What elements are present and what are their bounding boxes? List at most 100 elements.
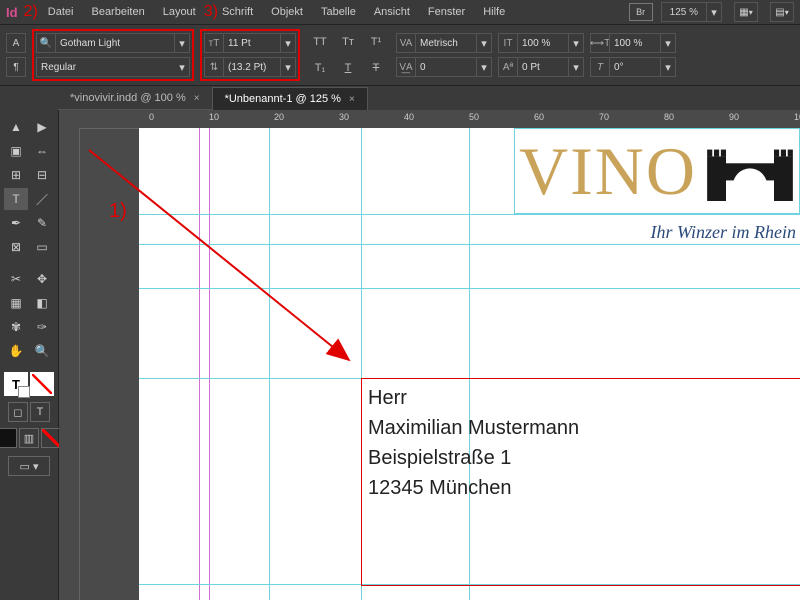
- menu-layout[interactable]: Layout: [155, 3, 204, 21]
- tracking-combo[interactable]: V͟A0▾: [396, 57, 492, 77]
- chevron-down-icon[interactable]: ▾: [706, 3, 721, 21]
- leading-value: (13.2 Pt): [223, 57, 281, 77]
- guide: [269, 128, 270, 600]
- apply-none-icon[interactable]: [41, 428, 61, 448]
- char-format-icon[interactable]: A: [6, 33, 26, 53]
- gradient-feather-tool[interactable]: ◧: [30, 292, 54, 314]
- vertical-ruler: [59, 110, 80, 600]
- tab-vinovivir[interactable]: *vinovivir.indd @ 100 %×: [58, 87, 212, 110]
- logo-text: VINO: [519, 137, 697, 205]
- pen-tool[interactable]: ✒: [4, 212, 28, 234]
- annotation-2: 2): [24, 3, 38, 21]
- hand-tool[interactable]: ✋: [4, 340, 28, 362]
- app-icon: Id: [6, 5, 18, 20]
- chevron-down-icon[interactable]: ▾: [175, 57, 190, 77]
- annotation-1: 1): [109, 200, 127, 223]
- scissors-tool[interactable]: ✂: [4, 268, 28, 290]
- leading-icon: ⇅: [204, 57, 223, 77]
- eyedropper-tool[interactable]: ✑: [30, 316, 54, 338]
- zoom-value: 125 %: [662, 7, 706, 18]
- zoom-level[interactable]: 125 % ▾: [661, 2, 722, 22]
- menu-file[interactable]: Datei: [40, 3, 82, 21]
- gap-tool[interactable]: ⇔: [30, 140, 54, 162]
- document-tabs: *vinovivir.indd @ 100 %× *Unbenannt-1 @ …: [0, 86, 800, 110]
- content-placer-tool[interactable]: ⊟: [30, 164, 54, 186]
- vscale-combo[interactable]: IT100 %▾: [498, 33, 584, 53]
- chevron-down-icon[interactable]: ▾: [281, 57, 296, 77]
- underline-button[interactable]: T: [334, 57, 362, 79]
- free-transform-tool[interactable]: ✥: [30, 268, 54, 290]
- line-tool[interactable]: ／: [30, 188, 54, 210]
- selection-tool[interactable]: ▲: [4, 116, 28, 138]
- formatting-text-icon[interactable]: T: [30, 402, 50, 422]
- gradient-swatch-tool[interactable]: ▦: [4, 292, 28, 314]
- rectangle-tool[interactable]: ▭: [30, 236, 54, 258]
- font-style-combo[interactable]: Regular ▾: [36, 57, 190, 77]
- content-collector-tool[interactable]: ⊞: [4, 164, 28, 186]
- type-tool[interactable]: T: [4, 188, 28, 210]
- font-family-value: Gotham Light: [55, 33, 175, 53]
- apply-gradient-icon[interactable]: ▥: [19, 428, 39, 448]
- font-style-value: Regular: [36, 57, 175, 77]
- close-icon[interactable]: ×: [349, 94, 355, 105]
- chevron-down-icon[interactable]: ▾: [175, 33, 190, 53]
- guide: [139, 214, 800, 215]
- para-format-icon[interactable]: ¶: [6, 57, 26, 77]
- page[interactable]: VINO Ihr Winzer im Rhein Herr Maximilian…: [139, 128, 800, 600]
- logo-frame[interactable]: VINO: [514, 128, 800, 214]
- font-family-combo[interactable]: 🔍 Gotham Light ▾: [36, 33, 190, 53]
- addr-line: Beispielstraße 1: [368, 443, 800, 473]
- strike-button[interactable]: T: [362, 57, 390, 79]
- menu-window[interactable]: Fenster: [420, 3, 473, 21]
- font-size-icon: ᴛT: [204, 33, 223, 53]
- subscript-button[interactable]: T₁: [306, 57, 334, 79]
- addr-line: 12345 München: [368, 473, 800, 503]
- smallcaps-button[interactable]: Tᴛ: [334, 31, 362, 53]
- kerning-combo[interactable]: VAMetrisch▾: [396, 33, 492, 53]
- close-icon[interactable]: ×: [194, 93, 200, 104]
- tab-unbenannt[interactable]: *Unbenannt-1 @ 125 %×: [212, 87, 368, 110]
- vscale-icon: IT: [498, 33, 517, 53]
- hscale-icon: ⟷T: [590, 33, 609, 53]
- leading-combo[interactable]: ⇅ (13.2 Pt) ▾: [204, 57, 296, 77]
- work-area: ▲▶ ▣⇔ ⊞⊟ T／ ✒✎ ⊠▭ ✂✥ ▦◧ ✾✑ ✋🔍 T ◻T ▥ ▭ ▾…: [0, 110, 800, 600]
- address-text-frame[interactable]: Herr Maximilian Mustermann Beispielstraß…: [361, 378, 800, 586]
- canvas[interactable]: 0 10 20 30 40 50 60 70 80 90 100 VINO: [59, 110, 800, 600]
- menu-edit[interactable]: Bearbeiten: [83, 3, 152, 21]
- fill-swatch[interactable]: T: [4, 372, 28, 396]
- formatting-container-icon[interactable]: ◻: [8, 402, 28, 422]
- zoom-tool[interactable]: 🔍: [30, 340, 54, 362]
- tagline-text[interactable]: Ihr Winzer im Rhein: [651, 222, 797, 243]
- kerning-icon: VA: [396, 33, 415, 53]
- direct-selection-tool[interactable]: ▶: [30, 116, 54, 138]
- superscript-button[interactable]: T¹: [362, 31, 390, 53]
- baseline-icon: Aª: [498, 57, 517, 77]
- menu-object[interactable]: Objekt: [263, 3, 311, 21]
- view-mode-button[interactable]: ▭ ▾: [8, 456, 50, 476]
- skew-icon: T: [590, 57, 609, 77]
- screen-mode-button[interactable]: ▦▾: [734, 2, 758, 22]
- font-size-value: 11 Pt: [223, 33, 281, 53]
- menu-help[interactable]: Hilfe: [475, 3, 513, 21]
- chevron-down-icon[interactable]: ▾: [281, 33, 296, 53]
- castle-icon: [705, 141, 795, 201]
- baseline-combo[interactable]: Aª0 Pt▾: [498, 57, 584, 77]
- bridge-button[interactable]: Br: [629, 3, 653, 21]
- font-size-combo[interactable]: ᴛT 11 Pt ▾: [204, 33, 296, 53]
- apply-color-icon[interactable]: [0, 428, 17, 448]
- pencil-tool[interactable]: ✎: [30, 212, 54, 234]
- allcaps-button[interactable]: TT: [306, 31, 334, 53]
- stroke-swatch[interactable]: [30, 372, 54, 396]
- arrange-button[interactable]: ▤▾: [770, 2, 794, 22]
- note-tool[interactable]: ✾: [4, 316, 28, 338]
- menu-type[interactable]: Schrift: [214, 3, 261, 21]
- menu-view[interactable]: Ansicht: [366, 3, 418, 21]
- page-tool[interactable]: ▣: [4, 140, 28, 162]
- menu-table[interactable]: Tabelle: [313, 3, 364, 21]
- skew-combo[interactable]: T0°▾: [590, 57, 676, 77]
- hscale-combo[interactable]: ⟷T100 %▾: [590, 33, 676, 53]
- rectangle-frame-tool[interactable]: ⊠: [4, 236, 28, 258]
- guide: [139, 288, 800, 289]
- margin-guide: [199, 128, 200, 600]
- fill-stroke-proxy[interactable]: T: [4, 372, 54, 396]
